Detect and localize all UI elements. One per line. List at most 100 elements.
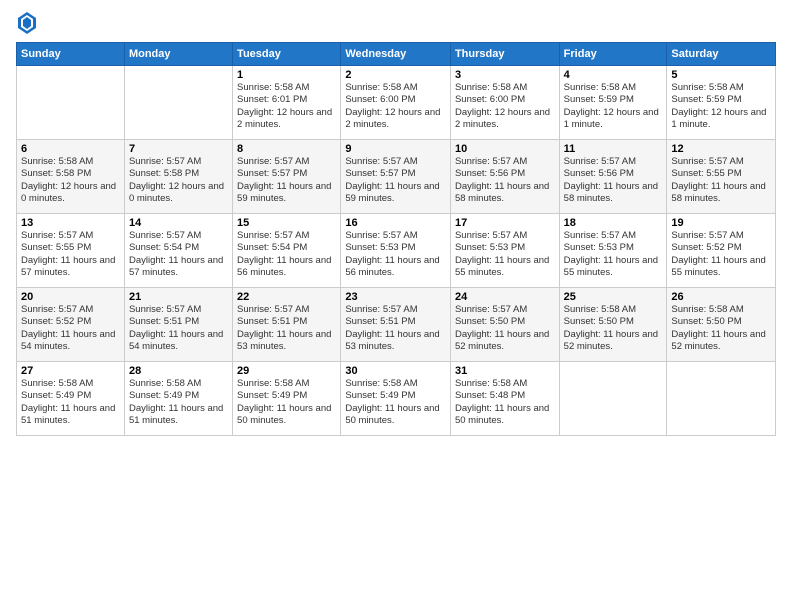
calendar-cell: 2Sunrise: 5:58 AM Sunset: 6:00 PM Daylig…: [341, 66, 451, 140]
calendar-cell: 6Sunrise: 5:58 AM Sunset: 5:58 PM Daylig…: [17, 140, 125, 214]
day-info: Sunrise: 5:57 AM Sunset: 5:50 PM Dayligh…: [455, 304, 555, 353]
logo-icon: [18, 12, 36, 34]
calendar-cell: 13Sunrise: 5:57 AM Sunset: 5:55 PM Dayli…: [17, 214, 125, 288]
day-info: Sunrise: 5:57 AM Sunset: 5:51 PM Dayligh…: [237, 304, 336, 353]
calendar-cell: 28Sunrise: 5:58 AM Sunset: 5:49 PM Dayli…: [124, 362, 232, 436]
day-number: 15: [237, 217, 336, 229]
day-number: 8: [237, 143, 336, 155]
weekday-header-sunday: Sunday: [17, 43, 125, 66]
day-info: Sunrise: 5:58 AM Sunset: 5:48 PM Dayligh…: [455, 378, 555, 427]
calendar-cell: 24Sunrise: 5:57 AM Sunset: 5:50 PM Dayli…: [450, 288, 559, 362]
weekday-header-saturday: Saturday: [667, 43, 776, 66]
day-info: Sunrise: 5:58 AM Sunset: 5:50 PM Dayligh…: [564, 304, 663, 353]
day-number: 28: [129, 365, 228, 377]
day-number: 16: [345, 217, 446, 229]
calendar-week-1: 1Sunrise: 5:58 AM Sunset: 6:01 PM Daylig…: [17, 66, 776, 140]
calendar-cell: [559, 362, 667, 436]
calendar-cell: 25Sunrise: 5:58 AM Sunset: 5:50 PM Dayli…: [559, 288, 667, 362]
day-info: Sunrise: 5:57 AM Sunset: 5:56 PM Dayligh…: [455, 156, 555, 205]
calendar-cell: 23Sunrise: 5:57 AM Sunset: 5:51 PM Dayli…: [341, 288, 451, 362]
day-info: Sunrise: 5:57 AM Sunset: 5:53 PM Dayligh…: [564, 230, 663, 279]
day-info: Sunrise: 5:57 AM Sunset: 5:55 PM Dayligh…: [21, 230, 120, 279]
day-number: 7: [129, 143, 228, 155]
calendar-cell: [667, 362, 776, 436]
day-info: Sunrise: 5:58 AM Sunset: 6:00 PM Dayligh…: [345, 82, 446, 131]
day-number: 22: [237, 291, 336, 303]
logo: [16, 12, 40, 34]
day-number: 1: [237, 69, 336, 81]
calendar-cell: 1Sunrise: 5:58 AM Sunset: 6:01 PM Daylig…: [233, 66, 341, 140]
calendar-cell: 31Sunrise: 5:58 AM Sunset: 5:48 PM Dayli…: [450, 362, 559, 436]
calendar-cell: 18Sunrise: 5:57 AM Sunset: 5:53 PM Dayli…: [559, 214, 667, 288]
day-info: Sunrise: 5:57 AM Sunset: 5:55 PM Dayligh…: [671, 156, 771, 205]
day-info: Sunrise: 5:57 AM Sunset: 5:54 PM Dayligh…: [237, 230, 336, 279]
calendar-cell: 26Sunrise: 5:58 AM Sunset: 5:50 PM Dayli…: [667, 288, 776, 362]
day-number: 30: [345, 365, 446, 377]
weekday-header-wednesday: Wednesday: [341, 43, 451, 66]
day-info: Sunrise: 5:58 AM Sunset: 5:49 PM Dayligh…: [345, 378, 446, 427]
day-number: 31: [455, 365, 555, 377]
day-info: Sunrise: 5:58 AM Sunset: 5:59 PM Dayligh…: [564, 82, 663, 131]
day-info: Sunrise: 5:58 AM Sunset: 5:49 PM Dayligh…: [237, 378, 336, 427]
day-number: 13: [21, 217, 120, 229]
day-number: 27: [21, 365, 120, 377]
day-info: Sunrise: 5:57 AM Sunset: 5:56 PM Dayligh…: [564, 156, 663, 205]
calendar-cell: 5Sunrise: 5:58 AM Sunset: 5:59 PM Daylig…: [667, 66, 776, 140]
day-info: Sunrise: 5:57 AM Sunset: 5:52 PM Dayligh…: [671, 230, 771, 279]
header: [16, 12, 776, 34]
calendar-cell: 15Sunrise: 5:57 AM Sunset: 5:54 PM Dayli…: [233, 214, 341, 288]
calendar-week-5: 27 Sunrise: 5:58 AM Sunset: 5:49 PM Dayli…: [17, 362, 776, 436]
calendar-cell: 7Sunrise: 5:57 AM Sunset: 5:58 PM Daylig…: [124, 140, 232, 214]
calendar-cell: 10Sunrise: 5:57 AM Sunset: 5:56 PM Dayli…: [450, 140, 559, 214]
day-number: 25: [564, 291, 663, 303]
calendar-cell: 4Sunrise: 5:58 AM Sunset: 5:59 PM Daylig…: [559, 66, 667, 140]
day-number: 29: [237, 365, 336, 377]
day-info: Sunrise: 5:58 AM Sunset: 5:58 PM Dayligh…: [21, 156, 120, 205]
day-info: Sunrise: 5:57 AM Sunset: 5:57 PM Dayligh…: [345, 156, 446, 205]
calendar-cell: [124, 66, 232, 140]
calendar-cell: 14Sunrise: 5:57 AM Sunset: 5:54 PM Dayli…: [124, 214, 232, 288]
day-number: 12: [671, 143, 771, 155]
calendar-cell: 8Sunrise: 5:57 AM Sunset: 5:57 PM Daylig…: [233, 140, 341, 214]
calendar-cell: 19Sunrise: 5:57 AM Sunset: 5:52 PM Dayli…: [667, 214, 776, 288]
calendar-week-3: 13Sunrise: 5:57 AM Sunset: 5:55 PM Dayli…: [17, 214, 776, 288]
weekday-header-tuesday: Tuesday: [233, 43, 341, 66]
calendar-cell: 9Sunrise: 5:57 AM Sunset: 5:57 PM Daylig…: [341, 140, 451, 214]
day-info: Sunrise: 5:58 AM Sunset: 6:00 PM Dayligh…: [455, 82, 555, 131]
day-number: 19: [671, 217, 771, 229]
calendar-cell: 21Sunrise: 5:57 AM Sunset: 5:51 PM Dayli…: [124, 288, 232, 362]
calendar-cell: [17, 66, 125, 140]
day-info: Sunrise: 5:57 AM Sunset: 5:51 PM Dayligh…: [129, 304, 228, 353]
day-info: Sunrise: 5:58 AM Sunset: 5:50 PM Dayligh…: [671, 304, 771, 353]
calendar-week-4: 20Sunrise: 5:57 AM Sunset: 5:52 PM Dayli…: [17, 288, 776, 362]
day-number: 3: [455, 69, 555, 81]
weekday-header-row: SundayMondayTuesdayWednesdayThursdayFrid…: [17, 43, 776, 66]
day-number: 6: [21, 143, 120, 155]
day-number: 4: [564, 69, 663, 81]
day-info: Sunrise: 5:57 AM Sunset: 5:51 PM Dayligh…: [345, 304, 446, 353]
day-number: 20: [21, 291, 120, 303]
day-number: 2: [345, 69, 446, 81]
day-number: 5: [671, 69, 771, 81]
calendar-cell: 22Sunrise: 5:57 AM Sunset: 5:51 PM Dayli…: [233, 288, 341, 362]
day-number: 18: [564, 217, 663, 229]
calendar-cell: 20Sunrise: 5:57 AM Sunset: 5:52 PM Dayli…: [17, 288, 125, 362]
day-number: 11: [564, 143, 663, 155]
weekday-header-monday: Monday: [124, 43, 232, 66]
calendar-cell: 17Sunrise: 5:57 AM Sunset: 5:53 PM Dayli…: [450, 214, 559, 288]
day-info: Sunrise: 5:57 AM Sunset: 5:53 PM Dayligh…: [345, 230, 446, 279]
day-number: 14: [129, 217, 228, 229]
day-number: 23: [345, 291, 446, 303]
page: SundayMondayTuesdayWednesdayThursdayFrid…: [0, 0, 792, 612]
day-info: Sunrise: 5:57 AM Sunset: 5:52 PM Dayligh…: [21, 304, 120, 353]
day-info: Sunrise: 5:58 AM Sunset: 6:01 PM Dayligh…: [237, 82, 336, 131]
calendar-table: SundayMondayTuesdayWednesdayThursdayFrid…: [16, 42, 776, 436]
day-number: 10: [455, 143, 555, 155]
day-number: 26: [671, 291, 771, 303]
day-info: Sunrise: 5:57 AM Sunset: 5:57 PM Dayligh…: [237, 156, 336, 205]
day-number: 21: [129, 291, 228, 303]
calendar-cell: 11Sunrise: 5:57 AM Sunset: 5:56 PM Dayli…: [559, 140, 667, 214]
calendar-cell: 12Sunrise: 5:57 AM Sunset: 5:55 PM Dayli…: [667, 140, 776, 214]
day-info: Sunrise: 5:58 AM Sunset: 5:49 PM Dayligh…: [129, 378, 228, 427]
weekday-header-friday: Friday: [559, 43, 667, 66]
